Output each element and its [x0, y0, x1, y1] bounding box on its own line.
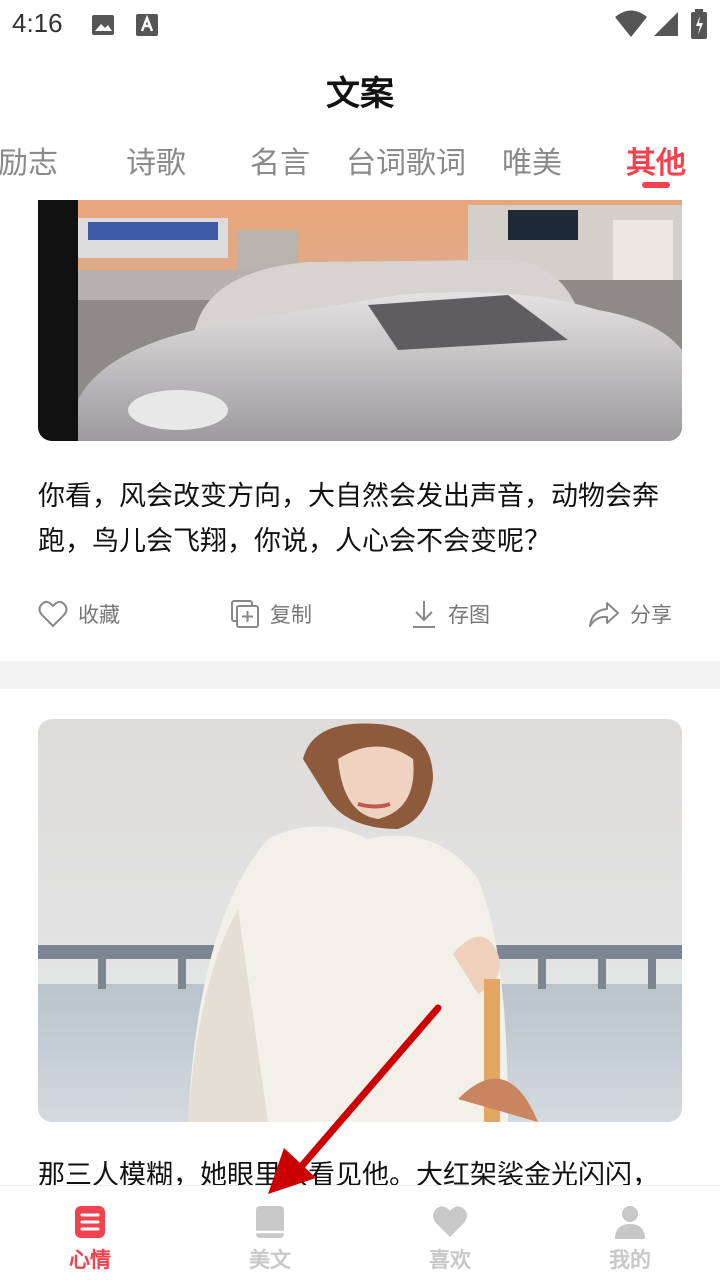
tab-shige[interactable]: 诗歌 — [126, 138, 186, 182]
copy-button[interactable]: 复制 — [230, 594, 312, 634]
share-label: 分享 — [630, 603, 672, 627]
battery-icon — [691, 9, 707, 39]
tab-mingyan[interactable]: 名言 — [250, 138, 310, 182]
nav-label-wode: 我的 — [609, 1248, 651, 1272]
card-1-text: 你看，风会改变方向，大自然会发出声音，动物会奔跑，鸟儿会飞翔，你说，人心会不会变… — [38, 481, 659, 557]
tab-weimei[interactable]: 唯美 — [502, 138, 562, 182]
nav-label-meiwen: 美文 — [249, 1248, 291, 1272]
card-1-image[interactable] — [38, 200, 682, 441]
page-title: 文案 — [326, 74, 394, 114]
save-image-button[interactable]: 存图 — [410, 594, 490, 634]
card-1-actions: 收藏 复制 存图 分享 — [0, 594, 720, 634]
tab-qita[interactable]: 其他 — [626, 138, 686, 182]
gallery-icon — [92, 15, 114, 35]
favorite-button[interactable]: 收藏 — [38, 594, 120, 634]
card-2-image[interactable] — [38, 719, 682, 1122]
tab-lizhi[interactable]: 励志 — [0, 138, 58, 182]
tab-taici-geci[interactable]: 台词歌词 — [346, 138, 466, 182]
download-icon — [413, 601, 435, 628]
copy-label: 复制 — [270, 603, 312, 627]
status-bar: 4:16 — [0, 0, 720, 50]
girl-by-water-photo — [38, 719, 682, 1122]
book-icon — [256, 1206, 284, 1238]
signal-icon — [654, 12, 678, 36]
content-feed[interactable]: 你看，风会改变方向，大自然会发出声音，动物会奔跑，鸟儿会飞翔，你说，人心会不会变… — [0, 200, 720, 1185]
bottom-navigation: 心情 美文 喜欢 我的 — [0, 1185, 720, 1280]
share-button[interactable]: 分享 — [588, 594, 672, 634]
share-icon — [589, 602, 619, 627]
save-image-label: 存图 — [448, 603, 490, 627]
nav-label-xinqing: 心情 — [69, 1248, 111, 1272]
nav-wode[interactable]: 我的 — [540, 1186, 720, 1280]
active-tab-indicator — [642, 182, 670, 188]
list-icon — [75, 1206, 105, 1238]
nav-meiwen[interactable]: 美文 — [180, 1186, 360, 1280]
card-divider — [0, 661, 720, 689]
category-tabs: 励志 诗歌 名言 台词歌词 唯美 其他 — [0, 138, 720, 198]
nav-label-xihuan: 喜欢 — [429, 1248, 471, 1272]
person-icon — [615, 1206, 645, 1239]
nav-xihuan[interactable]: 喜欢 — [360, 1186, 540, 1280]
copy-icon — [231, 600, 259, 628]
keyboard-a-icon — [136, 14, 158, 36]
favorite-label: 收藏 — [78, 603, 120, 627]
street-car-photo — [38, 200, 682, 441]
heart-icon — [433, 1206, 467, 1237]
card-2-text: 那三人模糊，她眼里只看见他。大红架裟金光闪闪， — [38, 1160, 659, 1185]
status-time: 4:16 — [12, 8, 63, 38]
heart-outline-icon — [38, 600, 68, 628]
wifi-icon — [615, 10, 647, 37]
nav-xinqing[interactable]: 心情 — [0, 1186, 180, 1280]
